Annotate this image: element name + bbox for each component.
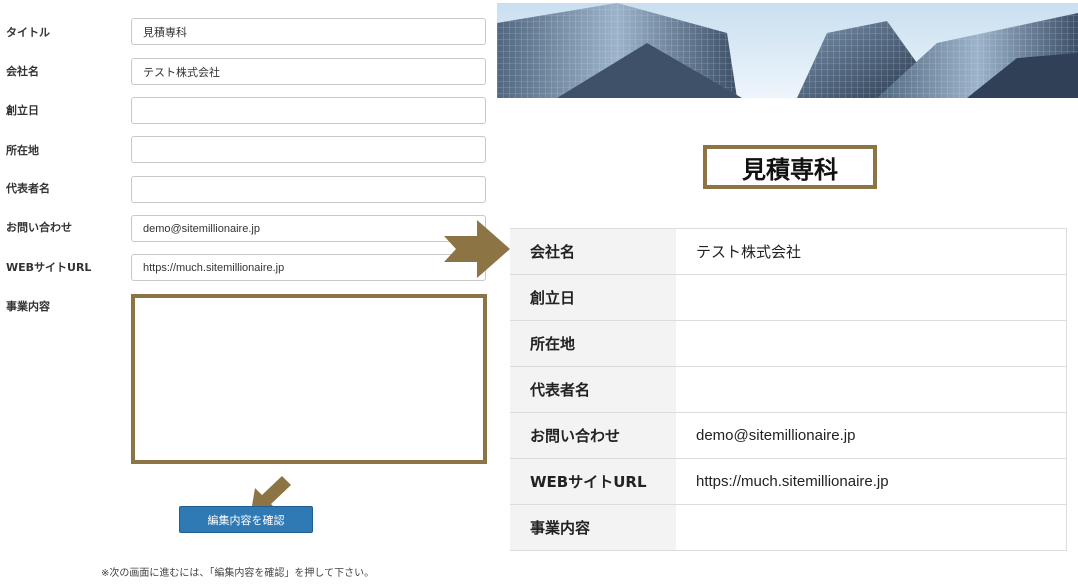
representative-input[interactable] [131,176,486,203]
representative-label: 代表者名 [6,182,50,195]
business-textarea[interactable] [131,294,487,464]
address-label: 所在地 [6,144,39,157]
preview-title-text: 見積専科 [742,155,838,184]
row-value: demo@sitemillionaire.jp [676,412,1067,459]
title-input[interactable] [131,18,486,45]
row-value [676,366,1067,413]
website-url-label: WEBサイトURL [6,261,92,274]
row-value [676,274,1067,321]
table-row: お問い合わせ demo@sitemillionaire.jp [510,412,1067,459]
preview-title: 見積専科 [703,145,877,189]
header-banner-image [497,3,1078,98]
preview-table: 会社名 テスト株式会社 創立日 所在地 代表者名 お問い合わせ demo@sit… [510,228,1067,551]
table-row: WEBサイトURL https://much.sitemillionaire.j… [510,458,1067,505]
confirm-edit-button[interactable]: 編集内容を確認 [179,506,313,533]
table-row: 会社名 テスト株式会社 [510,228,1067,275]
row-label: 創立日 [510,274,676,321]
title-label: タイトル [6,26,50,39]
row-value [676,504,1067,551]
row-label: 代表者名 [510,366,676,413]
table-row: 所在地 [510,320,1067,367]
table-row: 事業内容 [510,504,1067,551]
founded-date-label: 創立日 [6,104,39,117]
row-label: 事業内容 [510,504,676,551]
contact-input[interactable] [131,215,486,242]
contact-label: お問い合わせ [6,221,72,234]
row-value [676,320,1067,367]
row-label: 所在地 [510,320,676,367]
business-label: 事業内容 [6,300,50,313]
row-value: https://much.sitemillionaire.jp [676,458,1067,505]
row-label: WEBサイトURL [510,458,676,505]
company-name-input[interactable] [131,58,486,85]
address-input[interactable] [131,136,486,163]
founded-date-input[interactable] [131,97,486,124]
row-label: 会社名 [510,228,676,275]
website-url-input[interactable] [131,254,486,281]
instruction-note: ※次の画面に進むには、「編集内容を確認」を押して下さい。 [101,568,375,579]
row-label: お問い合わせ [510,412,676,459]
table-row: 創立日 [510,274,1067,321]
row-value: テスト株式会社 [676,228,1067,275]
table-row: 代表者名 [510,366,1067,413]
company-name-label: 会社名 [6,65,39,78]
arrow-right-icon [444,220,510,278]
